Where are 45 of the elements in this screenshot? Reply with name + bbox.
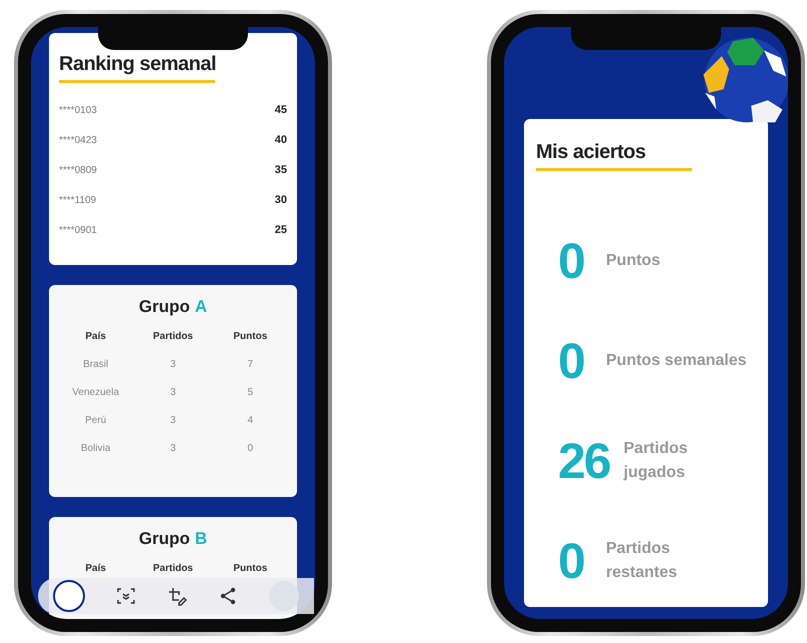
user-id: ****0103 <box>59 104 97 116</box>
table-cell-text: Bolivia <box>80 443 112 454</box>
group-title: Grupo <box>138 297 190 317</box>
user-id: ****0901 <box>59 224 97 236</box>
table-cell-text: 5 <box>246 387 254 398</box>
crop-edit-icon[interactable] <box>166 586 187 606</box>
table-cell-text: Perú <box>84 415 108 426</box>
table-cell-text: Venezuela <box>71 387 120 398</box>
stat-label: Partidos jugados <box>624 439 689 483</box>
stat-value: 26 <box>558 432 610 490</box>
column-header: País <box>84 331 107 342</box>
column-header: País <box>84 563 107 574</box>
column-header: Puntos <box>232 563 268 574</box>
group-letter: A <box>194 297 208 317</box>
screenshot-thumbnail[interactable] <box>53 580 86 612</box>
points-value: 25 <box>274 224 287 236</box>
user-id: ****1109 <box>59 194 96 206</box>
table-cell-text: Brasil <box>82 359 110 370</box>
scan-icon[interactable] <box>116 586 136 606</box>
table-cell-text: 3 <box>169 387 177 398</box>
stat-label: Partidos restantes <box>606 539 678 583</box>
card-title: Ranking semanal <box>59 53 218 76</box>
group-title: Grupo <box>138 529 190 549</box>
points-value: 35 <box>274 164 287 176</box>
table-cell-text: 4 <box>246 415 254 426</box>
column-header: Puntos <box>232 331 268 342</box>
table-cell-text: 3 <box>169 359 177 370</box>
column-header: Partidos <box>152 331 194 342</box>
user-id: ****0809 <box>59 164 97 176</box>
stat-label: Puntos <box>606 251 662 271</box>
user-id: ****0423 <box>59 134 97 146</box>
card-title: Mis aciertos <box>536 141 647 164</box>
points-value: 45 <box>274 104 287 116</box>
table-cell-text: 3 <box>169 443 177 454</box>
table-cell-text: 7 <box>246 359 254 370</box>
group-letter: B <box>194 529 208 549</box>
stat-value: 0 <box>558 532 585 590</box>
table-cell-text: 0 <box>246 443 254 454</box>
stat-label: Puntos semanales <box>606 351 748 371</box>
stat-value: 0 <box>558 232 585 290</box>
points-value: 40 <box>274 134 287 146</box>
table-cell-text: 3 <box>169 415 177 426</box>
stat-value: 0 <box>558 332 585 390</box>
column-header: Partidos <box>152 563 194 574</box>
points-value: 30 <box>274 194 287 206</box>
